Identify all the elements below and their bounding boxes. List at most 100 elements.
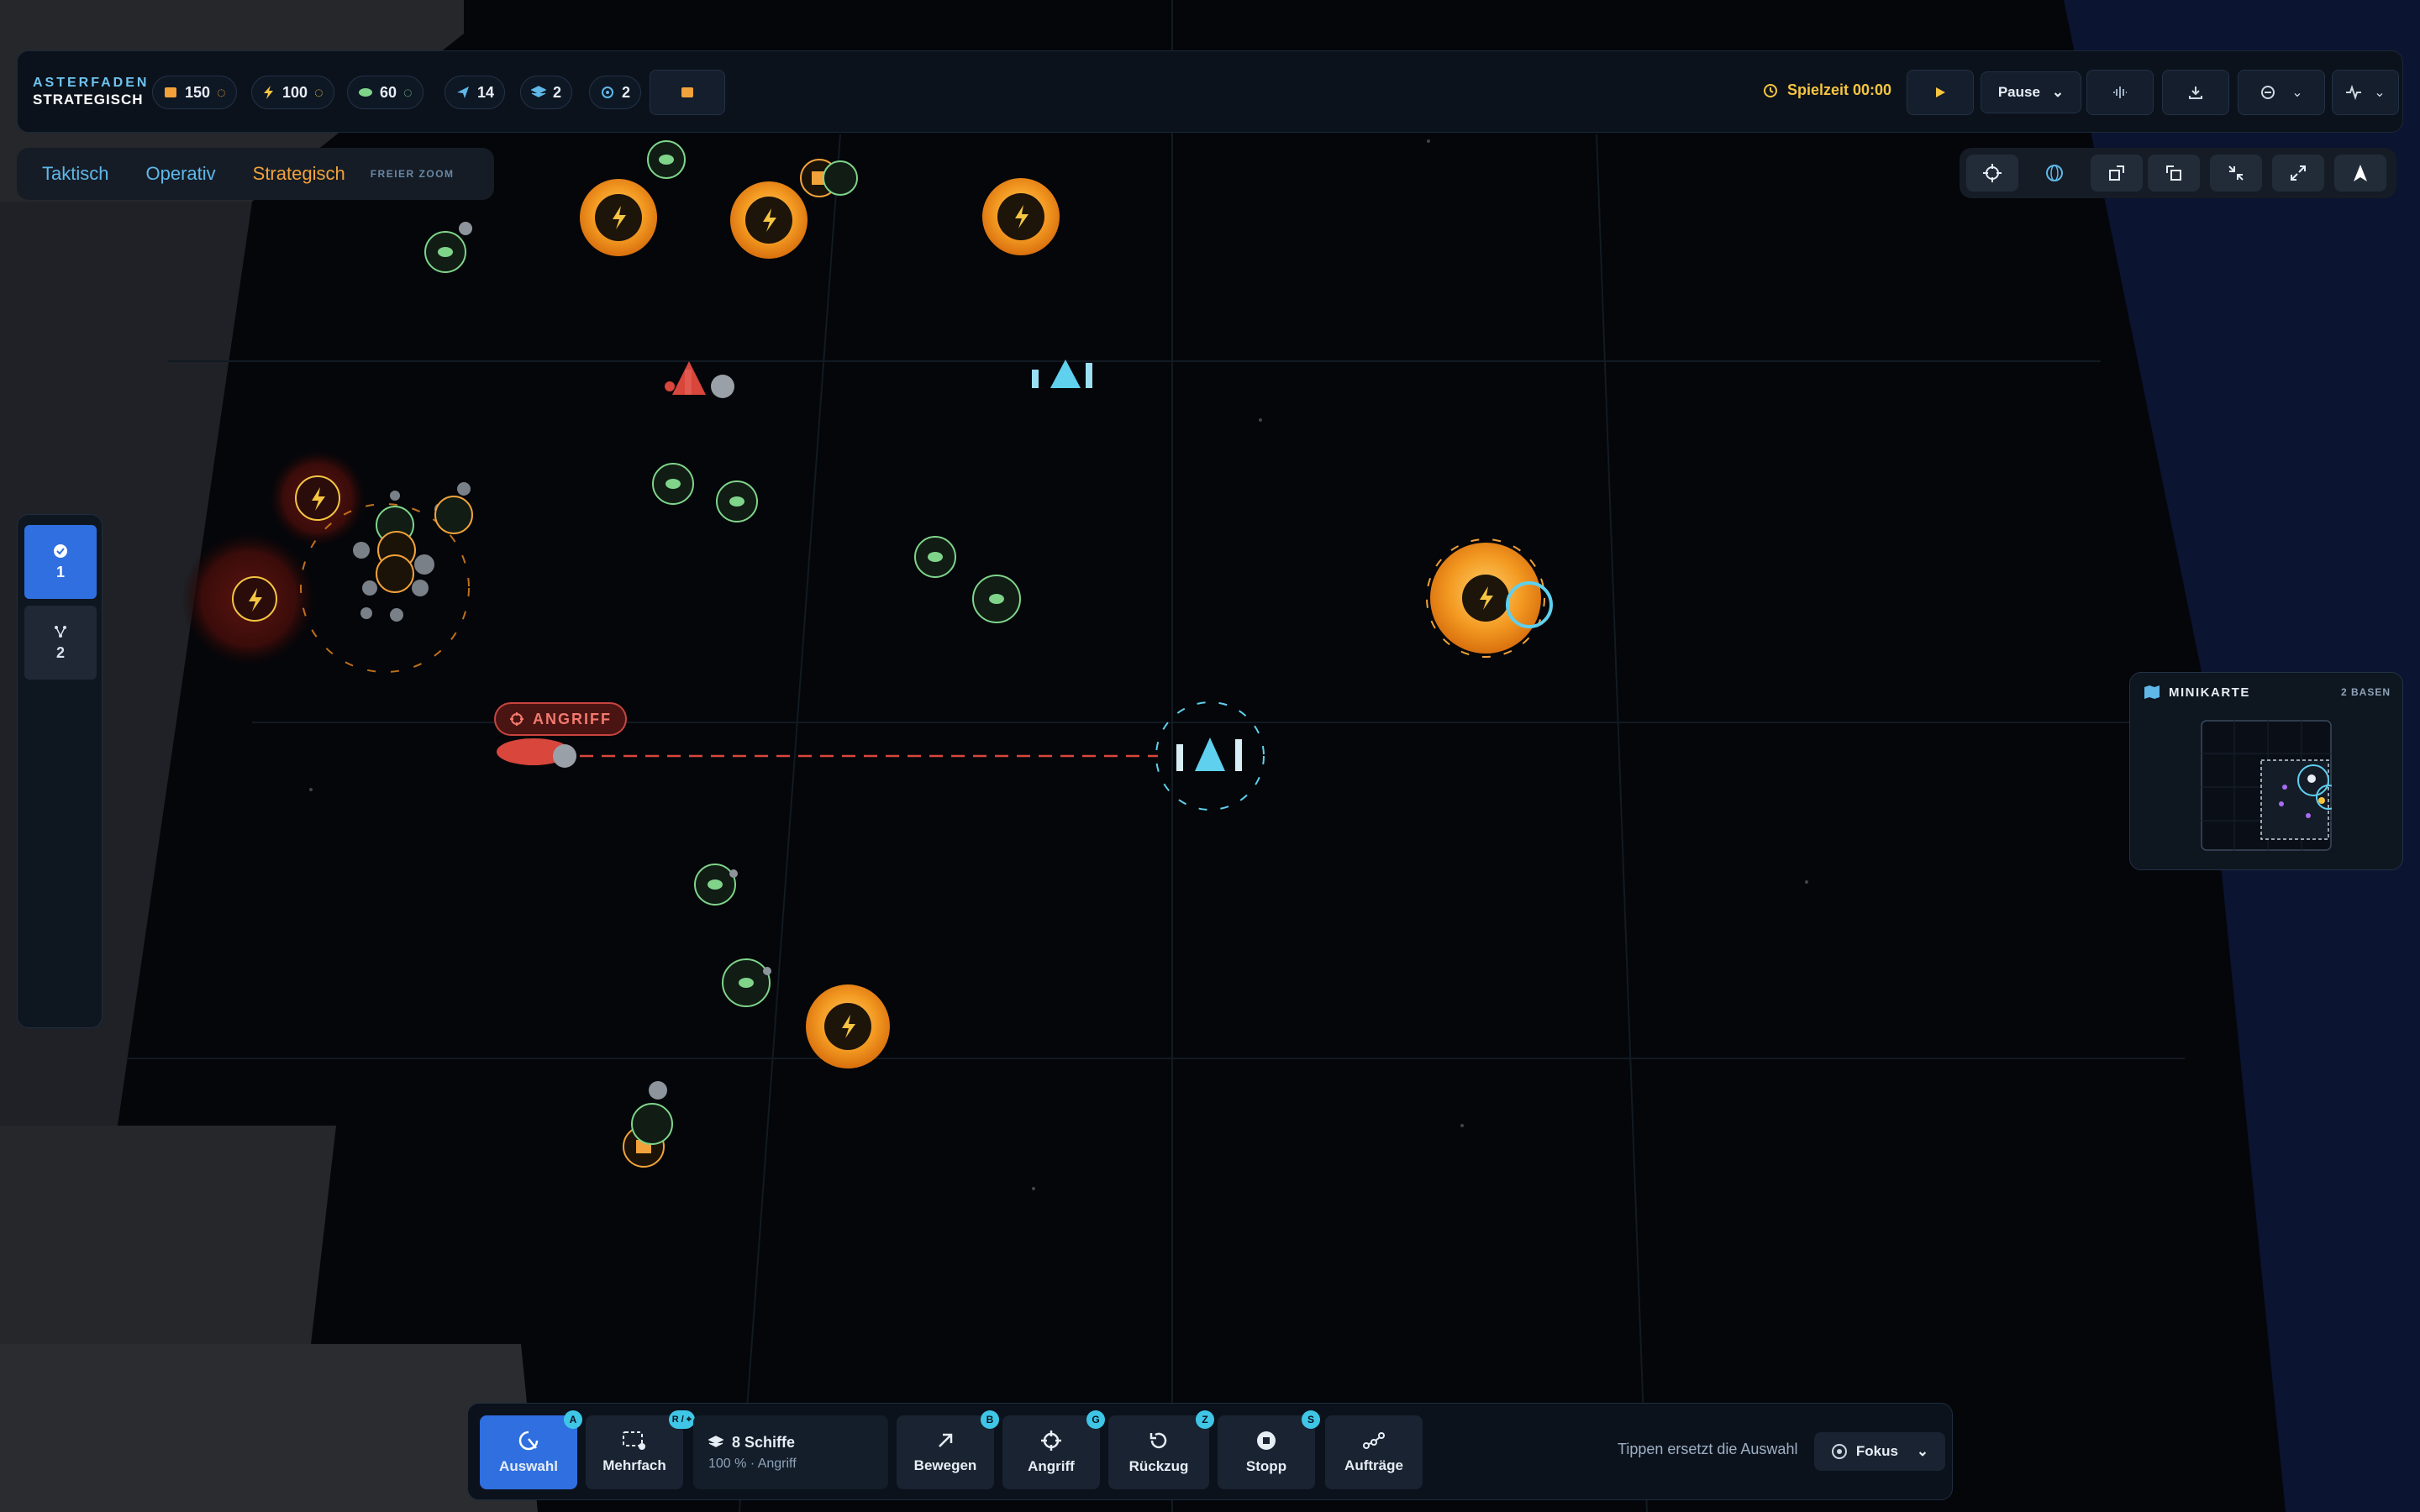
stat-stack[interactable]: 2 (520, 76, 573, 109)
crosshair-icon (510, 712, 523, 726)
pulse-icon (2346, 84, 2362, 101)
clock-icon (1764, 83, 1777, 97)
stop-button-label: Stopp (1245, 1458, 1287, 1474)
tab-operative[interactable]: Operativ (127, 153, 234, 195)
navigate-button[interactable] (2334, 155, 2386, 192)
control-group-1[interactable]: 1 (24, 525, 97, 599)
energy-node-icon (806, 984, 890, 1068)
zoom-out-icon (2261, 86, 2275, 99)
select-hotkey: A (564, 1410, 582, 1429)
waypoints-icon (1363, 1432, 1385, 1449)
tab-tactical[interactable]: Taktisch (24, 153, 127, 195)
attack-hotkey: G (1086, 1410, 1105, 1429)
selection-count-row: 8 Schiffe (708, 1434, 795, 1452)
chevron-down-icon: ⌄ (2051, 84, 2065, 100)
crosshair-button[interactable] (1966, 155, 2018, 192)
rotate-left-button[interactable] (2148, 155, 2200, 192)
app-title: ASTERFADEN STRATEGISCH (33, 75, 149, 108)
resource-energy[interactable]: 100 ◌ (251, 76, 334, 109)
energy-icon (264, 86, 273, 99)
expand-button[interactable] (2272, 155, 2324, 192)
download-icon (2189, 87, 2202, 99)
resource-crates[interactable]: 150 ◌ (152, 76, 237, 109)
selection-detail: 100 % · Angriff (708, 1456, 797, 1471)
command-bar: Auswahl A Mehrfach R / ⌖ 8 Schiffe 100 %… (467, 1403, 1953, 1500)
crate-icon (681, 87, 693, 97)
fleet-icon (457, 87, 469, 98)
tab-strategic[interactable]: Strategisch (234, 153, 364, 195)
game-clock: Spielzeit 00:00 (1762, 81, 1891, 99)
move-button[interactable]: Bewegen B (897, 1410, 999, 1489)
chevron-down-icon: ⌄ (2374, 86, 2386, 100)
stop-icon (1257, 1431, 1276, 1450)
energy-node-icon (982, 178, 1060, 255)
zoom-mode-tabs: Taktisch Operativ Strategisch FREIER ZOO… (17, 148, 494, 200)
resource-biomass[interactable]: 60 ◌ (347, 76, 424, 109)
rotate-left-icon (2166, 165, 2181, 181)
resource-energy-value: 100 (282, 83, 308, 101)
speed-select[interactable]: Pause ⌄ (1981, 71, 2081, 113)
ally-fleet-icon (1032, 360, 1092, 388)
stop-hotkey: S (1302, 1410, 1320, 1429)
rotate-right-button[interactable] (2091, 155, 2143, 192)
zoom-menu-button[interactable]: ⌄ (2238, 70, 2325, 115)
chevron-down-icon: ⌄ (2291, 86, 2303, 100)
app-title-line1: ASTERFADEN (33, 76, 150, 90)
check-icon (54, 543, 67, 558)
add-icon: ◌ (217, 83, 226, 101)
stat-fleet[interactable]: 14 (445, 76, 506, 109)
selection-summary[interactable]: 8 Schiffe 100 % · Angriff (693, 1415, 888, 1489)
crosshair-icon (1983, 164, 2002, 182)
waveform-icon (2113, 87, 2127, 98)
stat-target[interactable]: 2 (589, 76, 642, 109)
audio-button[interactable] (2086, 70, 2154, 115)
map-icon (2144, 685, 2160, 699)
speed-select-value: Pause (1997, 84, 2040, 100)
resource-crates-value: 150 (185, 83, 211, 101)
minimap-title: MINIKARTE (2169, 685, 2250, 700)
navigate-icon (2354, 165, 2367, 181)
download-button[interactable] (2162, 70, 2229, 115)
multi-select-button[interactable]: Mehrfach R / ⌖ (586, 1410, 695, 1489)
game-map[interactable] (0, 0, 2420, 1512)
minimap: MINIKARTE 2 BASEN (2129, 672, 2403, 870)
crate-shop-button[interactable] (650, 70, 725, 115)
play-button[interactable] (1907, 70, 1974, 115)
crosshair-icon (1041, 1431, 1061, 1451)
stop-button[interactable]: Stopp S (1218, 1410, 1320, 1489)
energy-node-icon (580, 179, 657, 256)
select-button[interactable]: Auswahl A (480, 1410, 582, 1489)
chevron-down-icon: ⌄ (1916, 1443, 1929, 1459)
retreat-hotkey: Z (1196, 1410, 1214, 1429)
energy-node-icon (730, 181, 808, 259)
enemy-fleet-icon (665, 361, 734, 398)
retreat-button[interactable]: Rückzug Z (1108, 1410, 1214, 1489)
select-button-label: Auswahl (499, 1458, 558, 1474)
multi-select-label: Mehrfach (602, 1457, 666, 1473)
stat-stack-value: 2 (553, 83, 562, 101)
arrow-up-right-icon (939, 1433, 953, 1447)
add-icon: ◌ (314, 83, 324, 101)
focus-select[interactable]: Fokus ⌄ (1814, 1432, 1945, 1471)
stat-target-value: 2 (622, 83, 631, 101)
biomass-icon (359, 88, 372, 97)
attack-button[interactable]: Angriff G (1002, 1410, 1105, 1489)
minimap-canvas[interactable] (2201, 720, 2332, 851)
globe-button[interactable] (2028, 155, 2081, 192)
stack-icon (708, 1436, 723, 1447)
orders-button[interactable]: Aufträge (1325, 1415, 1423, 1489)
app-title-line2: STRATEGISCH (33, 92, 144, 108)
minimap-viewport (2260, 759, 2329, 840)
control-group-2[interactable]: 2 (24, 606, 97, 680)
stat-fleet-value: 14 (477, 83, 495, 101)
free-zoom-label[interactable]: FREIER ZOOM (364, 168, 461, 180)
attack-order-tag[interactable]: ANGRIFF (494, 702, 627, 736)
resource-biomass-value: 60 (380, 83, 397, 101)
collapse-button[interactable] (2210, 155, 2262, 192)
energy-node-icon (1426, 538, 1553, 658)
control-groups: 1 2 (17, 514, 103, 1028)
selection-count: 8 Schiffe (732, 1433, 796, 1451)
map-tools (1960, 148, 2396, 198)
marquee-icon (623, 1431, 645, 1450)
activity-menu-button[interactable]: ⌄ (2332, 70, 2399, 115)
